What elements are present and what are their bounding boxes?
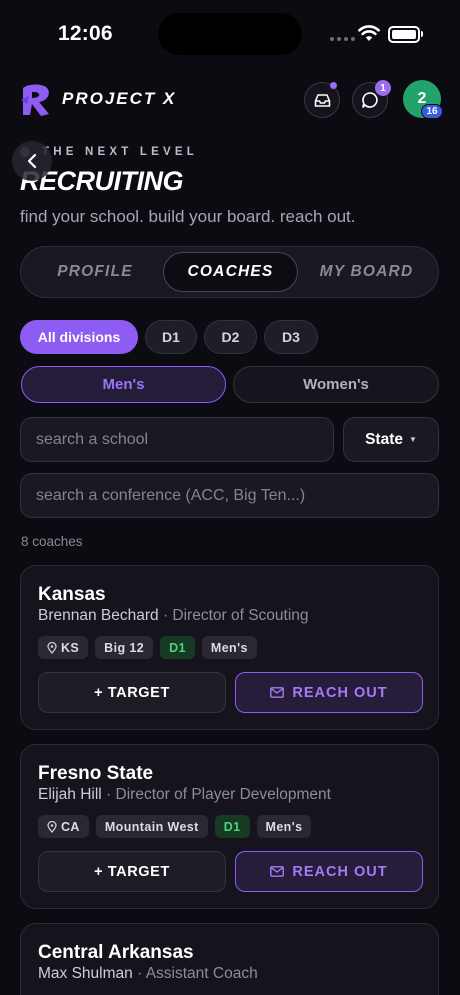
conference-tag: Mountain West xyxy=(95,815,208,838)
result-count: 8 coaches xyxy=(21,534,83,549)
coach-role: Assistant Coach xyxy=(145,965,258,982)
coach-name: Elijah Hill xyxy=(38,786,102,803)
conference-tag: Big 12 xyxy=(95,636,154,659)
conference-search-input[interactable] xyxy=(20,473,439,518)
avatar-count-badge: 16 xyxy=(421,104,443,119)
division-chip-all[interactable]: All divisions xyxy=(20,320,138,354)
coach-info: Elijah Hill · Director of Player Develop… xyxy=(38,786,331,803)
state-tag: KS xyxy=(38,636,89,659)
coach-school: Central Arkansas xyxy=(38,942,194,963)
mail-icon xyxy=(270,866,285,877)
state-dropdown-label: State xyxy=(365,430,403,448)
division-tag: D1 xyxy=(160,636,195,659)
division-chip-d3[interactable]: D3 xyxy=(264,320,318,354)
coach-name: Max Shulman xyxy=(38,965,133,982)
battery-icon xyxy=(388,26,420,43)
location-pin-icon xyxy=(47,641,57,654)
target-button[interactable]: + TARGET xyxy=(38,851,226,892)
state-dropdown[interactable]: State ▼ xyxy=(343,417,439,462)
coach-name: Brennan Bechard xyxy=(38,607,159,624)
messages-badge: 1 xyxy=(375,80,391,96)
coach-school: Kansas xyxy=(38,584,106,605)
coach-info: Brennan Bechard · Director of Scouting xyxy=(38,607,309,624)
eyebrow-text: THE NEXT LEVEL xyxy=(42,146,198,158)
division-chip-d2[interactable]: D2 xyxy=(204,320,257,354)
gender-toggle-women[interactable]: Women's xyxy=(233,366,439,403)
state-tag-label: CA xyxy=(61,819,80,834)
tab-profile[interactable]: PROFILE xyxy=(27,252,163,292)
mail-icon xyxy=(270,687,285,698)
gender-tag: Men's xyxy=(201,636,257,659)
coach-card: Fresno State Elijah Hill · Director of P… xyxy=(20,744,439,909)
coach-card: Central Arkansas Max Shulman · Assistant… xyxy=(20,923,439,995)
location-pin-icon xyxy=(47,820,57,833)
target-button[interactable]: + TARGET xyxy=(38,672,226,713)
school-search-input[interactable] xyxy=(20,417,334,462)
coach-school: Fresno State xyxy=(38,763,154,784)
division-tag: D1 xyxy=(214,815,250,838)
status-time: 12:06 xyxy=(58,22,113,45)
inbox-icon xyxy=(314,93,330,107)
battery-tip xyxy=(421,31,423,37)
division-chip-d1[interactable]: D1 xyxy=(145,320,197,354)
reach-out-label: REACH OUT xyxy=(292,863,388,880)
page-subtitle: find your school. build your board. reac… xyxy=(20,207,356,226)
section-tabs: PROFILE COACHES MY BOARD xyxy=(20,246,439,298)
reach-out-button[interactable]: REACH OUT xyxy=(235,851,423,892)
back-button[interactable] xyxy=(12,141,52,181)
caret-down-icon: ▼ xyxy=(408,435,417,444)
coach-tags: KS Big 12 D1 Men's xyxy=(38,636,257,659)
coach-role: Director of Player Development xyxy=(115,786,331,803)
gender-tag: Men's xyxy=(256,815,312,838)
reach-out-label: REACH OUT xyxy=(292,684,388,701)
chevron-left-icon xyxy=(27,153,37,169)
coach-role: Director of Scouting xyxy=(172,607,309,624)
inbox-unread-dot xyxy=(330,82,337,89)
cellular-signal-icon xyxy=(330,37,355,41)
state-tag: CA xyxy=(38,815,89,838)
tab-my-board[interactable]: MY BOARD xyxy=(299,252,434,292)
wifi-icon xyxy=(358,25,380,41)
coach-tags: CA Mountain West D1 Men's xyxy=(38,815,312,838)
dynamic-island xyxy=(158,13,302,55)
coach-info: Max Shulman · Assistant Coach xyxy=(38,965,258,982)
brand-name: PROJECT X xyxy=(62,89,177,108)
tab-coaches[interactable]: COACHES xyxy=(163,252,298,292)
reach-out-button[interactable]: REACH OUT xyxy=(235,672,423,713)
gender-toggle-men[interactable]: Men's xyxy=(21,366,226,403)
chat-bubble-icon xyxy=(362,92,378,108)
state-tag-label: KS xyxy=(61,640,80,655)
coach-card: Kansas Brennan Bechard · Director of Sco… xyxy=(20,565,439,730)
logo-icon xyxy=(21,84,49,116)
